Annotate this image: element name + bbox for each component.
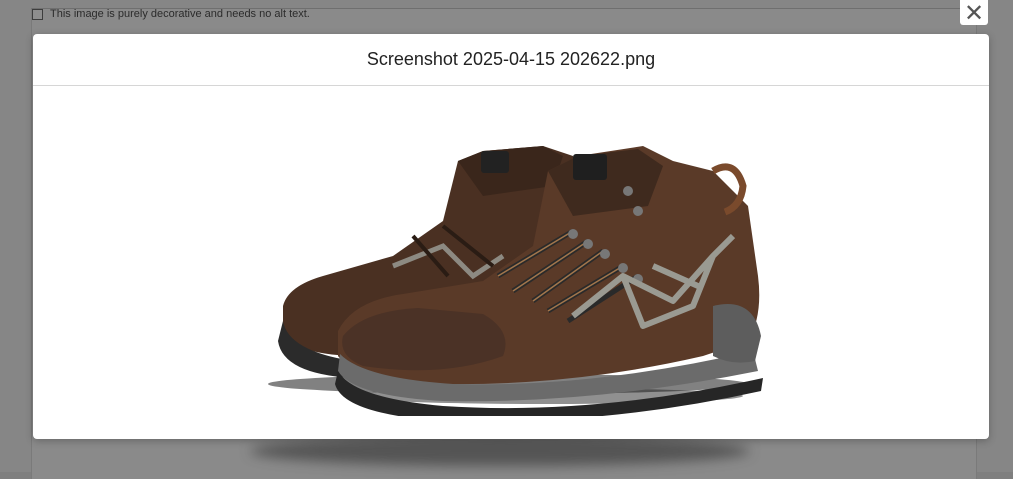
close-icon: ✕: [963, 0, 985, 27]
decorative-checkbox[interactable]: [32, 8, 43, 20]
decorative-checkbox-label: This image is purely decorative and need…: [50, 8, 310, 20]
boot-shadow-behind-overlay: [250, 436, 750, 466]
decorative-checkbox-row: This image is purely decorative and need…: [32, 6, 310, 22]
image-preview-modal: Screenshot 2025-04-15 202622.png: [33, 34, 989, 439]
modal-body: [33, 86, 989, 439]
modal-title: Screenshot 2025-04-15 202622.png: [366, 49, 656, 69]
boots-image: [243, 116, 773, 422]
modal-header: Screenshot 2025-04-15 202622.png: [33, 34, 989, 86]
close-button[interactable]: ✕: [960, 0, 988, 25]
